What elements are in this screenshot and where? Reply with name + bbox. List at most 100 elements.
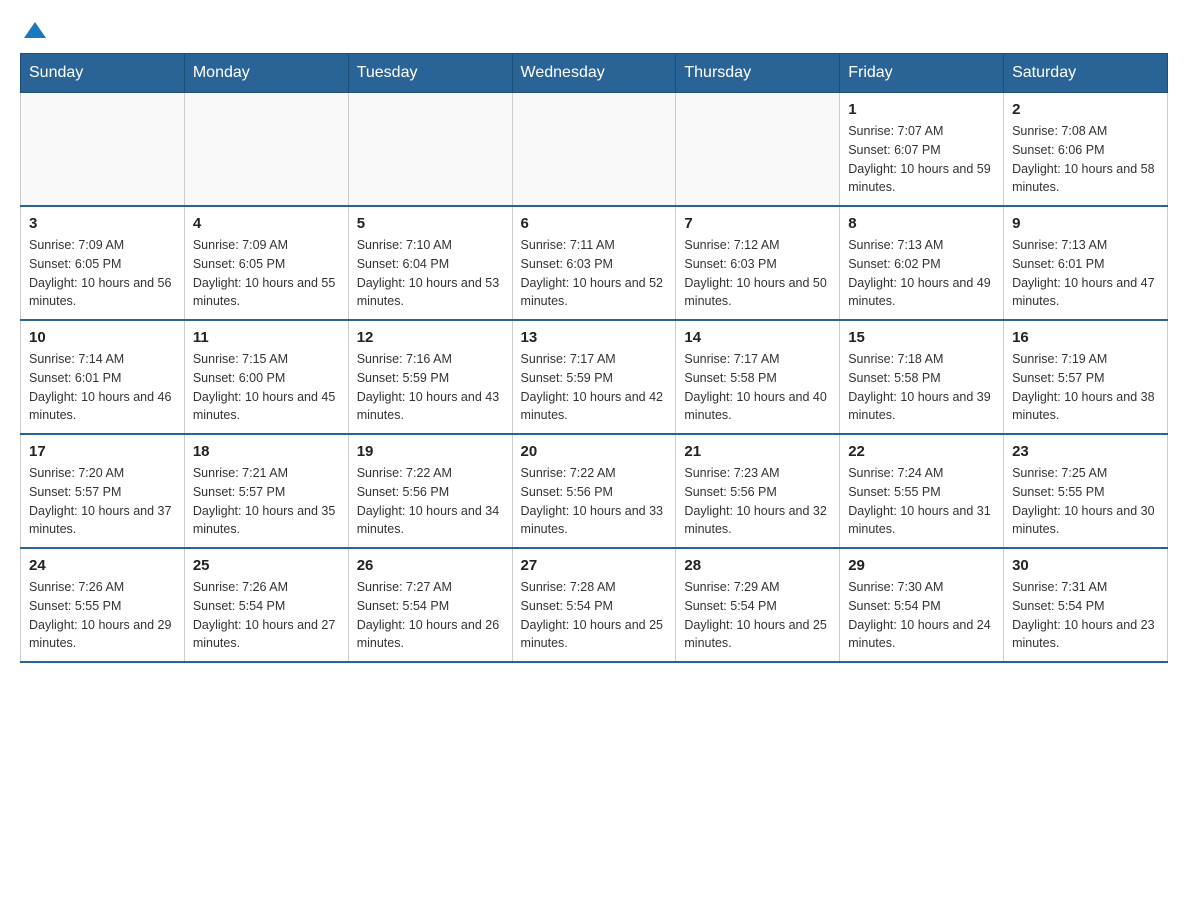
- day-number: 30: [1012, 557, 1159, 574]
- calendar-cell: 10Sunrise: 7:14 AMSunset: 6:01 PMDayligh…: [21, 320, 185, 434]
- weekday-header-wednesday: Wednesday: [512, 54, 676, 93]
- calendar-cell: 28Sunrise: 7:29 AMSunset: 5:54 PMDayligh…: [676, 548, 840, 662]
- day-info: Sunrise: 7:17 AMSunset: 5:59 PMDaylight:…: [521, 350, 668, 425]
- calendar-cell: 23 Sunrise: 7:25 AMSunset: 5:55 PMDayligh…: [1004, 434, 1168, 548]
- day-info: Sunrise: 7:17 AMSunset: 5:58 PMDaylight:…: [684, 350, 831, 425]
- calendar-cell: 29 Sunrise: 7:30 AMSunset: 5:54 PMDayligh…: [840, 548, 1004, 662]
- day-number: 2: [1012, 101, 1159, 118]
- day-info: Sunrise: 7:24 AMSunset: 5:55 PMDaylight:…: [848, 464, 995, 539]
- calendar-week-row: 10Sunrise: 7:14 AMSunset: 6:01 PMDayligh…: [21, 320, 1168, 434]
- day-info: Sunrise: 7:18 AMSunset: 5:58 PMDaylight:…: [848, 350, 995, 425]
- calendar-cell: 2 Sunrise: 7:08 AMSunset: 6:06 PMDaylight…: [1004, 93, 1168, 207]
- day-info: Sunrise: 7:09 AMSunset: 6:05 PMDaylight:…: [193, 236, 340, 311]
- calendar-cell: 13 Sunrise: 7:17 AMSunset: 5:59 PMDayligh…: [512, 320, 676, 434]
- page-header: [20, 20, 1168, 43]
- calendar-cell: 27 Sunrise: 7:28 AMSunset: 5:54 PMDayligh…: [512, 548, 676, 662]
- day-info: Sunrise: 7:31 AMSunset: 5:54 PMDaylight:…: [1012, 578, 1159, 653]
- calendar-week-row: 1Sunrise: 7:07 AMSunset: 6:07 PMDaylight…: [21, 93, 1168, 207]
- weekday-header-monday: Monday: [184, 54, 348, 93]
- weekday-header-row: SundayMondayTuesdayWednesdayThursdayFrid…: [21, 54, 1168, 93]
- day-info: Sunrise: 7:11 AMSunset: 6:03 PMDaylight:…: [521, 236, 668, 311]
- day-number: 29: [848, 557, 995, 574]
- day-info: Sunrise: 7:23 AMSunset: 5:56 PMDaylight:…: [684, 464, 831, 539]
- calendar-table: SundayMondayTuesdayWednesdayThursdayFrid…: [20, 53, 1168, 663]
- calendar-cell: 7Sunrise: 7:12 AMSunset: 6:03 PMDaylight…: [676, 206, 840, 320]
- day-info: Sunrise: 7:26 AMSunset: 5:55 PMDaylight:…: [29, 578, 176, 653]
- day-number: 22: [848, 443, 995, 460]
- day-number: 19: [357, 443, 504, 460]
- day-number: 6: [521, 215, 668, 232]
- day-number: 23: [1012, 443, 1159, 460]
- day-info: Sunrise: 7:07 AMSunset: 6:07 PMDaylight:…: [848, 122, 995, 197]
- calendar-cell: [676, 93, 840, 207]
- calendar-cell: 30 Sunrise: 7:31 AMSunset: 5:54 PMDayligh…: [1004, 548, 1168, 662]
- day-number: 8: [848, 215, 995, 232]
- calendar-cell: 17 Sunrise: 7:20 AMSunset: 5:57 PMDayligh…: [21, 434, 185, 548]
- day-info: Sunrise: 7:12 AMSunset: 6:03 PMDaylight:…: [684, 236, 831, 311]
- calendar-cell: 14 Sunrise: 7:17 AMSunset: 5:58 PMDayligh…: [676, 320, 840, 434]
- weekday-header-tuesday: Tuesday: [348, 54, 512, 93]
- weekday-header-sunday: Sunday: [21, 54, 185, 93]
- day-number: 4: [193, 215, 340, 232]
- day-info: Sunrise: 7:29 AMSunset: 5:54 PMDaylight:…: [684, 578, 831, 653]
- day-number: 27: [521, 557, 668, 574]
- day-number: 20: [521, 443, 668, 460]
- day-info: Sunrise: 7:30 AMSunset: 5:54 PMDaylight:…: [848, 578, 995, 653]
- day-number: 21: [684, 443, 831, 460]
- weekday-header-saturday: Saturday: [1004, 54, 1168, 93]
- day-number: 17: [29, 443, 176, 460]
- day-info: Sunrise: 7:09 AMSunset: 6:05 PMDaylight:…: [29, 236, 176, 311]
- calendar-cell: 15 Sunrise: 7:18 AMSunset: 5:58 PMDayligh…: [840, 320, 1004, 434]
- calendar-cell: 22 Sunrise: 7:24 AMSunset: 5:55 PMDayligh…: [840, 434, 1004, 548]
- day-info: Sunrise: 7:10 AMSunset: 6:04 PMDaylight:…: [357, 236, 504, 311]
- calendar-week-row: 17 Sunrise: 7:20 AMSunset: 5:57 PMDayligh…: [21, 434, 1168, 548]
- day-number: 25: [193, 557, 340, 574]
- logo: [20, 20, 46, 43]
- day-number: 15: [848, 329, 995, 346]
- day-info: Sunrise: 7:13 AMSunset: 6:02 PMDaylight:…: [848, 236, 995, 311]
- calendar-cell: 12Sunrise: 7:16 AMSunset: 5:59 PMDayligh…: [348, 320, 512, 434]
- calendar-cell: 1Sunrise: 7:07 AMSunset: 6:07 PMDaylight…: [840, 93, 1004, 207]
- day-info: Sunrise: 7:21 AMSunset: 5:57 PMDaylight:…: [193, 464, 340, 539]
- calendar-cell: 3 Sunrise: 7:09 AMSunset: 6:05 PMDaylight…: [21, 206, 185, 320]
- day-info: Sunrise: 7:16 AMSunset: 5:59 PMDaylight:…: [357, 350, 504, 425]
- day-info: Sunrise: 7:22 AMSunset: 5:56 PMDaylight:…: [357, 464, 504, 539]
- day-number: 3: [29, 215, 176, 232]
- calendar-cell: 6 Sunrise: 7:11 AMSunset: 6:03 PMDaylight…: [512, 206, 676, 320]
- calendar-cell: 16 Sunrise: 7:19 AMSunset: 5:57 PMDayligh…: [1004, 320, 1168, 434]
- day-info: Sunrise: 7:20 AMSunset: 5:57 PMDaylight:…: [29, 464, 176, 539]
- day-info: Sunrise: 7:25 AMSunset: 5:55 PMDaylight:…: [1012, 464, 1159, 539]
- calendar-cell: [21, 93, 185, 207]
- calendar-week-row: 24Sunrise: 7:26 AMSunset: 5:55 PMDayligh…: [21, 548, 1168, 662]
- calendar-week-row: 3 Sunrise: 7:09 AMSunset: 6:05 PMDaylight…: [21, 206, 1168, 320]
- day-number: 11: [193, 329, 340, 346]
- day-info: Sunrise: 7:14 AMSunset: 6:01 PMDaylight:…: [29, 350, 176, 425]
- day-info: Sunrise: 7:28 AMSunset: 5:54 PMDaylight:…: [521, 578, 668, 653]
- calendar-cell: 24Sunrise: 7:26 AMSunset: 5:55 PMDayligh…: [21, 548, 185, 662]
- calendar-cell: 21 Sunrise: 7:23 AMSunset: 5:56 PMDayligh…: [676, 434, 840, 548]
- calendar-cell: [184, 93, 348, 207]
- calendar-cell: 20Sunrise: 7:22 AMSunset: 5:56 PMDayligh…: [512, 434, 676, 548]
- calendar-cell: 11 Sunrise: 7:15 AMSunset: 6:00 PMDayligh…: [184, 320, 348, 434]
- calendar-cell: 8 Sunrise: 7:13 AMSunset: 6:02 PMDaylight…: [840, 206, 1004, 320]
- day-number: 18: [193, 443, 340, 460]
- calendar-cell: 26 Sunrise: 7:27 AMSunset: 5:54 PMDayligh…: [348, 548, 512, 662]
- weekday-header-thursday: Thursday: [676, 54, 840, 93]
- day-number: 14: [684, 329, 831, 346]
- calendar-cell: [348, 93, 512, 207]
- day-info: Sunrise: 7:26 AMSunset: 5:54 PMDaylight:…: [193, 578, 340, 653]
- day-number: 13: [521, 329, 668, 346]
- day-number: 16: [1012, 329, 1159, 346]
- calendar-cell: 18 Sunrise: 7:21 AMSunset: 5:57 PMDayligh…: [184, 434, 348, 548]
- calendar-cell: 25 Sunrise: 7:26 AMSunset: 5:54 PMDayligh…: [184, 548, 348, 662]
- logo-triangle-icon: [24, 20, 46, 40]
- day-info: Sunrise: 7:15 AMSunset: 6:00 PMDaylight:…: [193, 350, 340, 425]
- day-number: 9: [1012, 215, 1159, 232]
- day-info: Sunrise: 7:27 AMSunset: 5:54 PMDaylight:…: [357, 578, 504, 653]
- day-number: 26: [357, 557, 504, 574]
- day-info: Sunrise: 7:08 AMSunset: 6:06 PMDaylight:…: [1012, 122, 1159, 197]
- day-number: 5: [357, 215, 504, 232]
- calendar-cell: 4 Sunrise: 7:09 AMSunset: 6:05 PMDaylight…: [184, 206, 348, 320]
- day-info: Sunrise: 7:13 AMSunset: 6:01 PMDaylight:…: [1012, 236, 1159, 311]
- day-info: Sunrise: 7:19 AMSunset: 5:57 PMDaylight:…: [1012, 350, 1159, 425]
